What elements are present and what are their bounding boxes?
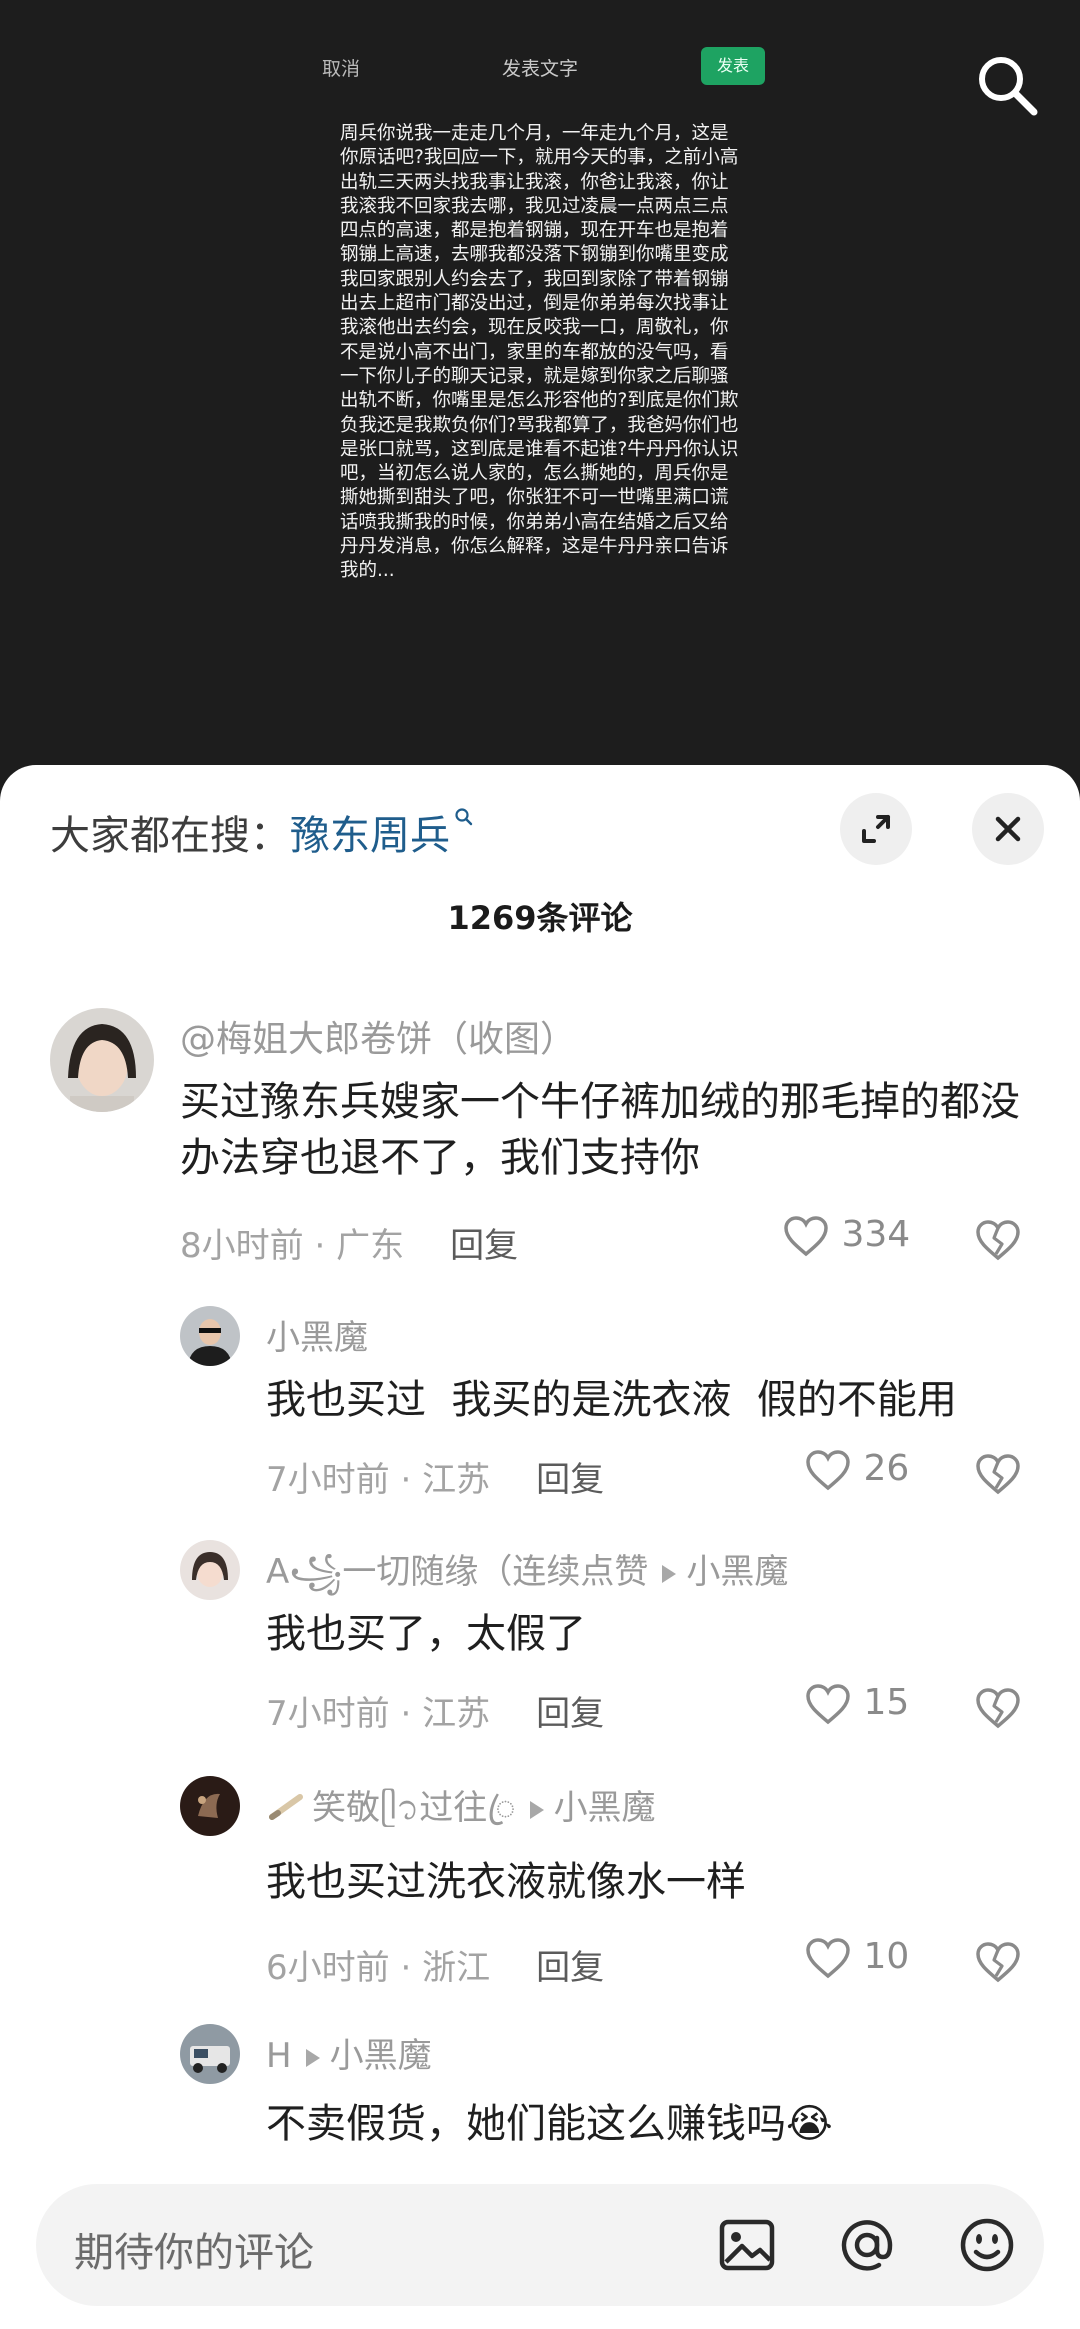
comment-region: 江苏: [422, 1694, 491, 1734]
search-button[interactable]: [972, 50, 1042, 120]
emoji-icon: [960, 2218, 1014, 2272]
comment-region: 江苏: [422, 1460, 491, 1500]
reply-to-user: 小黑魔: [553, 1788, 656, 1828]
heart-icon: [806, 1684, 850, 1725]
broken-heart-icon: [976, 1454, 1020, 1495]
like-button[interactable]: 15: [804, 1682, 909, 1726]
comment-time: 7小时前: [266, 1460, 390, 1500]
reply-button[interactable]: 回复: [536, 1694, 604, 1734]
comment-username[interactable]: 小黑魔: [266, 1310, 368, 1359]
close-icon: [995, 816, 1021, 842]
comment-username[interactable]: H 小黑魔: [266, 2028, 432, 2077]
comment-text: 我也买过洗衣液就像水一样: [266, 1859, 746, 1905]
close-button[interactable]: [972, 793, 1044, 865]
reply-arrow-icon: [529, 1800, 544, 1819]
pencil-icon: [266, 1790, 306, 1830]
heart-icon: [806, 1938, 850, 1979]
trending-prefix: 大家都在搜：: [50, 813, 290, 859]
comment-username[interactable]: @梅姐大郎卷饼（收图）: [180, 1010, 576, 1062]
dislike-button[interactable]: [974, 1686, 1022, 1734]
reply-button[interactable]: 回复: [536, 1948, 604, 1988]
emoji-button[interactable]: [952, 2210, 1022, 2280]
crying-emoji: 😭: [786, 2101, 833, 2147]
comment-meta: 8小时前 · 广东 回复: [180, 1226, 519, 1266]
avatar[interactable]: [180, 1540, 240, 1600]
heart-icon: [784, 1216, 828, 1257]
like-button[interactable]: 10: [804, 1936, 909, 1980]
reply-arrow-icon: [662, 1564, 677, 1583]
comment-meta: 7小时前 · 江苏 回复: [266, 1460, 605, 1500]
embedded-post-header: 取消 发表文字 发表: [0, 40, 1080, 90]
reply-to-user: 小黑魔: [329, 2036, 432, 2076]
dislike-button[interactable]: [974, 1452, 1022, 1500]
at-icon: [841, 2220, 893, 2271]
dislike-button[interactable]: [974, 1940, 1022, 1988]
comment-time: 7小时前: [266, 1694, 390, 1734]
comment-username[interactable]: 笑敬ᥫ᭡过往ꦿ 小黑魔: [266, 1780, 656, 1851]
comment-count: 1269条评论: [447, 899, 633, 937]
like-count: 10: [863, 1936, 910, 1977]
reply-button[interactable]: 回复: [536, 1460, 604, 1500]
comment-region: 浙江: [422, 1948, 491, 1988]
comment-username-text: H: [266, 2036, 292, 2076]
trending-keyword[interactable]: 豫东周兵: [290, 813, 450, 859]
trending-search[interactable]: 大家都在搜：豫东周兵: [50, 803, 474, 861]
broken-heart-icon: [976, 1220, 1020, 1261]
video-background[interactable]: 取消 发表文字 发表 周兵你说我一走走几个月，一年走九个月，这是你原话吧?我回应…: [0, 0, 1080, 790]
embedded-title: 发表文字: [502, 58, 579, 80]
like-count: 26: [863, 1448, 910, 1489]
like-button[interactable]: 26: [804, 1448, 909, 1492]
reply-button[interactable]: 回复: [450, 1226, 518, 1266]
expand-icon: [862, 815, 890, 843]
avatar[interactable]: [180, 1776, 240, 1836]
comment-username-text: A꧁一切随缘（连续点赞: [266, 1552, 649, 1592]
avatar[interactable]: [180, 2024, 240, 2084]
comment-text: 我也买过 我买的是洗衣液 假的不能用: [266, 1377, 957, 1423]
comment-text: 我也买了，太假了: [266, 1611, 586, 1657]
mention-button[interactable]: [832, 2210, 902, 2280]
post-caption-text: 周兵你说我一走走几个月，一年走九个月，这是你原话吧?我回应一下，就用今天的事，之…: [340, 123, 739, 582]
comment-region: 广东: [336, 1226, 405, 1266]
heart-icon: [806, 1450, 850, 1491]
reply-to-user: 小黑魔: [686, 1552, 789, 1592]
comment-text: 不卖假货，她们能这么赚钱吗😭: [266, 2096, 1056, 2152]
comment-input-placeholder[interactable]: 期待你的评论: [74, 2220, 314, 2278]
comment-username[interactable]: A꧁一切随缘（连续点赞 小黑魔: [266, 1544, 788, 1615]
like-count: 15: [863, 1682, 910, 1723]
avatar[interactable]: [180, 1306, 240, 1366]
avatar[interactable]: [50, 1008, 154, 1112]
comment-time: 6小时前: [266, 1948, 390, 1988]
comment-input-bar[interactable]: 期待你的评论: [36, 2184, 1044, 2306]
search-small-icon: [455, 808, 473, 826]
comment-text: 买过豫东兵嫂家一个牛仔裤加绒的那毛掉的都没办法穿也退不了，我们支持你: [180, 1079, 1020, 1181]
reply-arrow-icon: [305, 2048, 320, 2067]
broken-heart-icon: [976, 1942, 1020, 1983]
search-icon: [979, 57, 1038, 116]
comment-meta: 7小时前 · 江苏 回复: [266, 1694, 605, 1734]
like-count: 334: [841, 1214, 911, 1255]
embedded-cancel-label: 取消: [322, 58, 361, 80]
dislike-button[interactable]: [974, 1218, 1022, 1266]
embedded-publish-badge: 发表: [701, 47, 765, 85]
broken-heart-icon: [976, 1688, 1020, 1729]
image-icon: [719, 2219, 775, 2271]
comment-time: 8小时前: [180, 1226, 304, 1266]
image-button[interactable]: [712, 2210, 782, 2280]
like-button[interactable]: 334: [782, 1214, 910, 1258]
comment-username-text: 笑敬ᥫ᭡过往ꦿ: [312, 1788, 516, 1828]
comment-text-body: 不卖假货，她们能这么赚钱吗: [266, 2101, 786, 2147]
comment-meta: 6小时前 · 浙江 回复: [266, 1948, 605, 1988]
expand-button[interactable]: [840, 793, 912, 865]
